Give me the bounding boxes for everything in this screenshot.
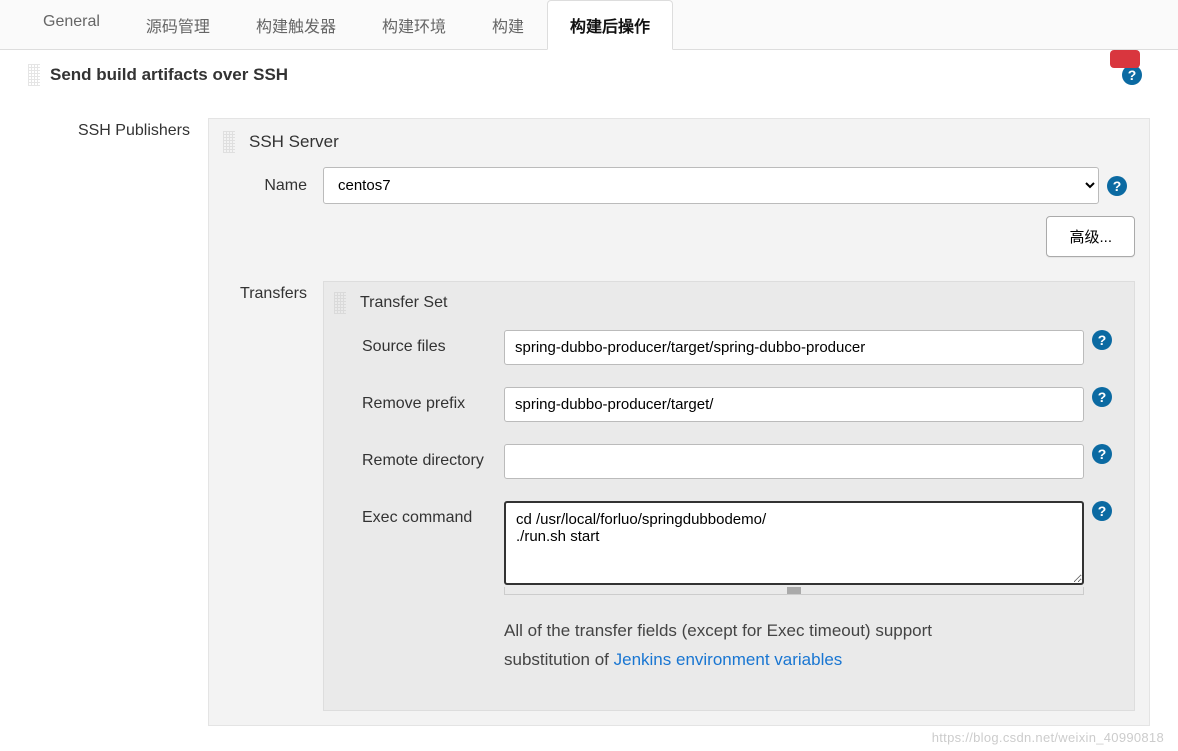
advanced-button[interactable]: 高级... (1046, 216, 1135, 257)
tab-environment[interactable]: 构建环境 (359, 0, 469, 50)
drag-handle-icon[interactable] (28, 64, 40, 86)
watermark-text: https://blog.csdn.net/weixin_40990818 (932, 730, 1164, 745)
jenkins-env-vars-link[interactable]: Jenkins environment variables (614, 650, 843, 669)
ssh-publishers-panel: SSH Server Name centos7 高级... Transfers (208, 118, 1150, 726)
tab-scm[interactable]: 源码管理 (123, 0, 233, 50)
help-icon[interactable] (1107, 176, 1127, 196)
drag-handle-icon[interactable] (334, 292, 346, 314)
ssh-server-name-select[interactable]: centos7 (323, 167, 1099, 204)
transfers-panel: Transfer Set Source files Remove prefix … (323, 281, 1135, 711)
help-icon[interactable] (1092, 444, 1112, 464)
delete-badge[interactable] (1110, 50, 1140, 68)
tab-general[interactable]: General (20, 0, 123, 50)
source-files-input[interactable] (504, 330, 1084, 365)
exec-command-label: Exec command (334, 501, 504, 527)
tab-build[interactable]: 构建 (469, 0, 547, 50)
hint-text: All of the transfer fields (except for E… (504, 617, 944, 674)
ssh-publishers-label: SSH Publishers (28, 118, 208, 726)
help-icon[interactable] (1092, 501, 1112, 521)
exec-command-textarea[interactable] (504, 501, 1084, 585)
help-icon[interactable] (1092, 330, 1112, 350)
tab-triggers[interactable]: 构建触发器 (233, 0, 359, 50)
help-icon[interactable] (1122, 65, 1142, 85)
name-label: Name (223, 177, 323, 195)
drag-handle-icon[interactable] (223, 131, 235, 153)
transfer-set-heading: Transfer Set (360, 294, 447, 312)
section-title: Send build artifacts over SSH (50, 65, 288, 85)
remove-prefix-input[interactable] (504, 387, 1084, 422)
section-header: Send build artifacts over SSH (28, 60, 1150, 90)
ssh-server-heading: SSH Server (249, 132, 339, 152)
remote-directory-input[interactable] (504, 444, 1084, 479)
remote-directory-label: Remote directory (334, 444, 504, 470)
resize-grip-icon[interactable] (504, 587, 1084, 595)
transfers-label: Transfers (223, 281, 323, 711)
help-icon[interactable] (1092, 387, 1112, 407)
config-tabs: General 源码管理 构建触发器 构建环境 构建 构建后操作 (0, 0, 1178, 50)
tab-post-build[interactable]: 构建后操作 (547, 0, 673, 50)
remove-prefix-label: Remove prefix (334, 387, 504, 413)
source-files-label: Source files (334, 330, 504, 356)
